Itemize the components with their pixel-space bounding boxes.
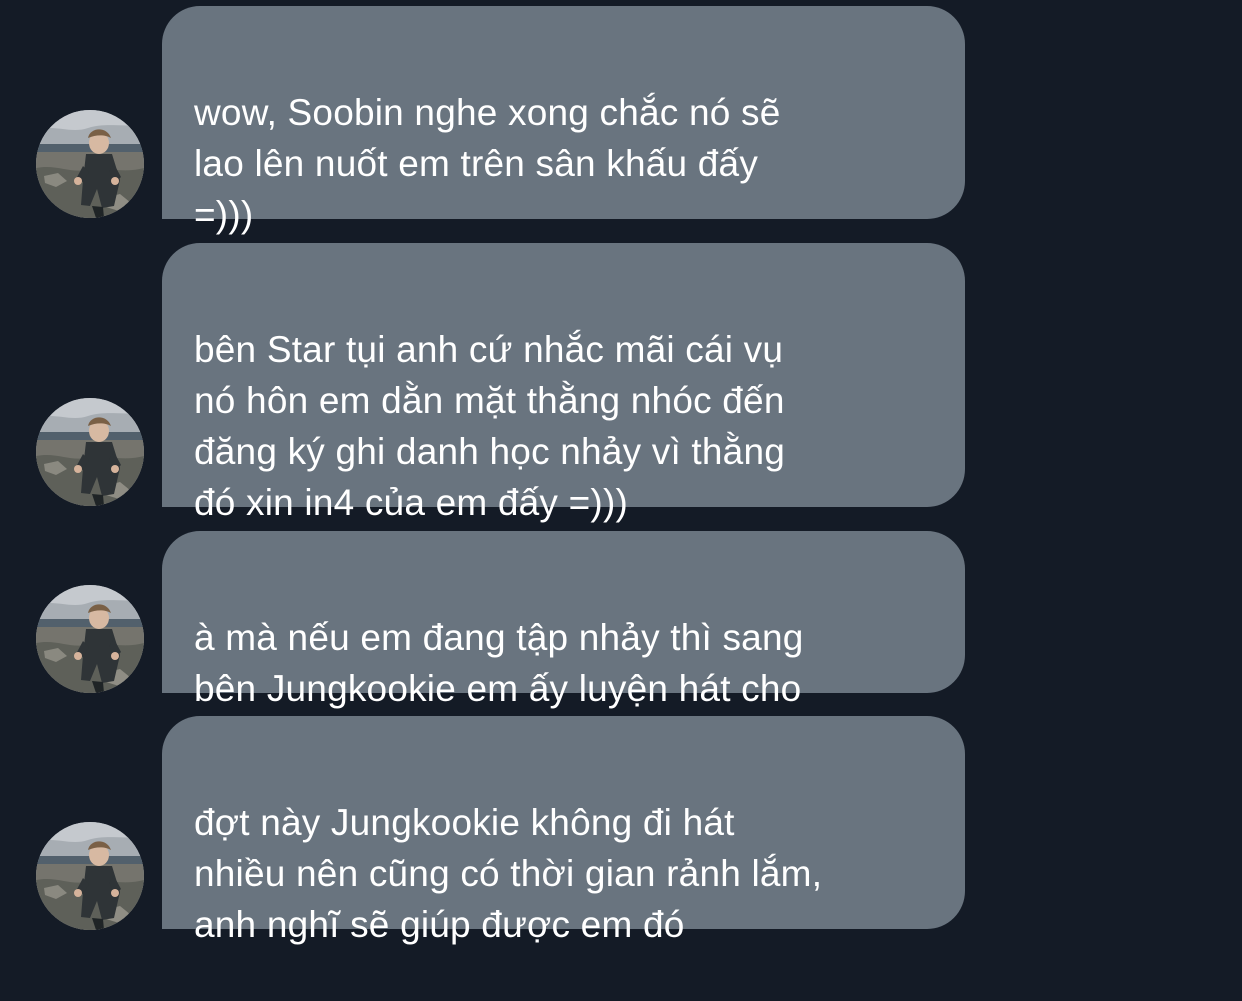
message-text: à mà nếu em đang tập nhảy thì sang bên J…: [194, 617, 804, 709]
avatar-icon[interactable]: [36, 822, 144, 930]
message-bubble[interactable]: à mà nếu em đang tập nhảy thì sang bên J…: [162, 531, 965, 709]
message-text: bên Star tụi anh cứ nhắc mãi cái vụ nó h…: [194, 329, 786, 523]
message-bubble[interactable]: đợt này Jungkookie không đi hát nhiều nê…: [162, 716, 965, 945]
avatar-icon[interactable]: [36, 585, 144, 693]
message-bubble[interactable]: bên Star tụi anh cứ nhắc mãi cái vụ nó h…: [162, 243, 965, 523]
message-bubble[interactable]: wow, Soobin nghe xong chắc nó sẽ lao lên…: [162, 6, 965, 235]
message-text: wow, Soobin nghe xong chắc nó sẽ lao lên…: [194, 92, 781, 235]
avatar-icon[interactable]: [36, 398, 144, 506]
chat-thread: wow, Soobin nghe xong chắc nó sẽ lao lên…: [0, 0, 1242, 945]
avatar-icon[interactable]: [36, 110, 144, 218]
message-text: đợt này Jungkookie không đi hát nhiều nê…: [194, 802, 823, 945]
